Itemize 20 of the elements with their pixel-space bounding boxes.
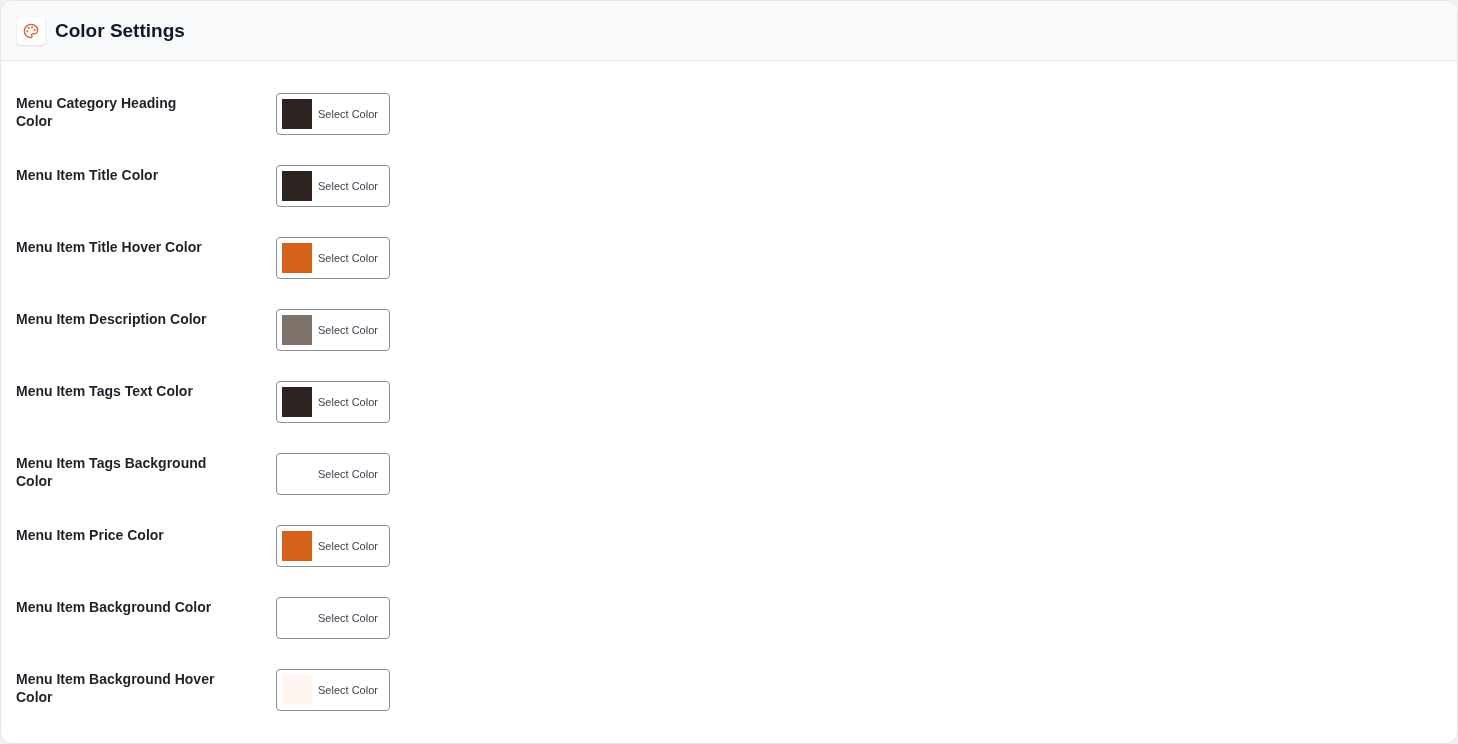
setting-label: Menu Item Description Color <box>16 310 208 328</box>
select-color-button[interactable]: Select Color <box>276 237 390 279</box>
page-title: Color Settings <box>55 19 185 42</box>
select-color-button[interactable]: Select Color <box>276 669 390 711</box>
select-color-button[interactable]: Select Color <box>276 165 390 207</box>
setting-label: Menu Item Price Color <box>16 526 165 544</box>
setting-label: Menu Item Background Hover Color <box>16 670 216 706</box>
select-color-button[interactable]: Select Color <box>276 93 390 135</box>
setting-label: Menu Category Heading Color <box>16 94 178 130</box>
setting-label: Menu Item Title Hover Color <box>16 238 203 256</box>
setting-label: Menu Item Tags Background Color <box>16 454 208 490</box>
select-color-button[interactable]: Select Color <box>276 453 390 495</box>
setting-label: Menu Item Title Color <box>16 166 160 184</box>
select-color-button[interactable]: Select Color <box>276 597 390 639</box>
select-color-button[interactable]: Select Color <box>276 381 390 423</box>
select-color-button[interactable]: Select Color <box>276 309 390 351</box>
select-color-button[interactable]: Select Color <box>276 525 390 567</box>
palette-icon <box>17 16 45 45</box>
setting-label: Menu Item Background Color <box>16 598 213 616</box>
setting-label: Menu Item Tags Text Color <box>16 382 194 400</box>
